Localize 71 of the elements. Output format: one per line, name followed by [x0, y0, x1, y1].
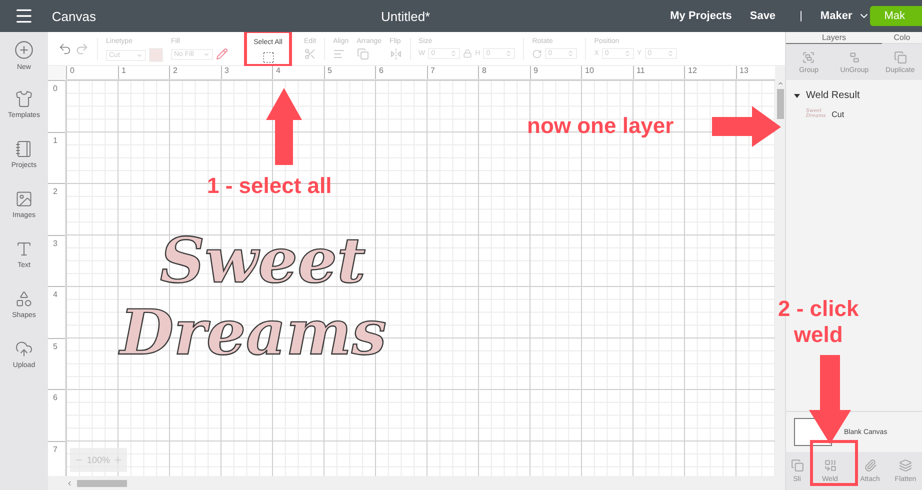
app-title: Canvas	[52, 8, 96, 24]
ruler-number: 7	[426, 66, 478, 79]
annotation-text: 2 - click weld	[778, 296, 859, 349]
text-icon	[15, 240, 33, 258]
lock-icon[interactable]	[463, 49, 472, 58]
ruler-number: 11	[632, 66, 684, 79]
ruler-number: 10	[581, 66, 632, 79]
ruler-number: 1	[48, 132, 65, 183]
arrange-icon[interactable]	[356, 48, 369, 60]
ruler-number: 1	[118, 66, 169, 79]
annotation-text: 1 - select all	[207, 173, 332, 200]
layers-icon	[899, 459, 912, 472]
right-arrow	[712, 106, 782, 148]
align-icon[interactable]	[333, 48, 346, 60]
rotate-icon	[532, 48, 542, 58]
stepper-icon	[624, 50, 631, 57]
document-title: Untitled*	[380, 8, 430, 24]
projects-icon	[15, 140, 33, 158]
layer-group[interactable]: Weld Result	[786, 80, 922, 101]
ruler-number: 4	[272, 66, 324, 79]
horizontal-scrollbar[interactable]	[48, 476, 785, 490]
ruler-number: 3	[220, 66, 272, 79]
ungroup-icon	[848, 50, 861, 64]
ruler-number: 3	[48, 234, 65, 286]
ruler-number: 5	[324, 66, 375, 79]
ruler-number: 0	[66, 66, 118, 79]
ruler-number: 0	[48, 80, 65, 132]
dashed-square-icon	[262, 51, 274, 64]
chevron-down-icon	[136, 52, 143, 58]
copy-icon	[894, 50, 907, 64]
stepper-icon	[505, 50, 512, 57]
edit-icon[interactable]	[304, 48, 316, 60]
group-icon	[802, 50, 816, 64]
machine-dropdown[interactable]: Maker	[820, 10, 870, 22]
annotation-text: now one layer	[527, 113, 674, 140]
flip-icon[interactable]	[390, 48, 402, 60]
color-swatch[interactable]	[149, 48, 163, 62]
top-link[interactable]: Save	[750, 10, 776, 22]
ruler-number: 12	[684, 66, 736, 79]
separator: |	[800, 10, 802, 22]
stepper-icon	[450, 50, 458, 57]
top-link[interactable]: My Projects	[670, 10, 732, 22]
ruler-number: 6	[375, 66, 426, 79]
upload-icon	[15, 340, 33, 358]
chevron-down-icon	[203, 50, 210, 58]
templates-icon	[15, 90, 33, 108]
stepper-icon	[567, 50, 574, 57]
ruler-number: 8	[478, 66, 530, 79]
scroll-up-icon[interactable]	[776, 80, 784, 87]
shapes-icon	[15, 290, 33, 308]
undo-icon[interactable]	[58, 42, 72, 56]
script-artwork: Sweet	[160, 230, 366, 292]
merged-shapes-icon	[824, 459, 836, 472]
ruler-number: 2	[48, 183, 65, 234]
pen-icon[interactable]	[216, 48, 228, 60]
stepper-icon	[666, 50, 674, 57]
new-icon	[14, 40, 34, 60]
scroll-left-icon[interactable]	[66, 480, 73, 486]
zoom-in-icon[interactable]	[113, 455, 124, 465]
highlight-frame	[810, 440, 858, 486]
ruler-number: 9	[530, 66, 581, 79]
ruler-number: 2	[169, 66, 220, 79]
paperclip-icon	[864, 459, 876, 472]
images-icon	[15, 190, 33, 208]
scroll-thumb[interactable]	[77, 480, 127, 486]
overlap-squares-icon	[790, 459, 804, 472]
ruler-number: 6	[48, 389, 65, 440]
ruler-number: 4	[48, 286, 65, 338]
ruler-number: 5	[48, 338, 65, 389]
script-artwork: Dreams	[120, 302, 387, 364]
scroll-thumb[interactable]	[776, 89, 784, 119]
